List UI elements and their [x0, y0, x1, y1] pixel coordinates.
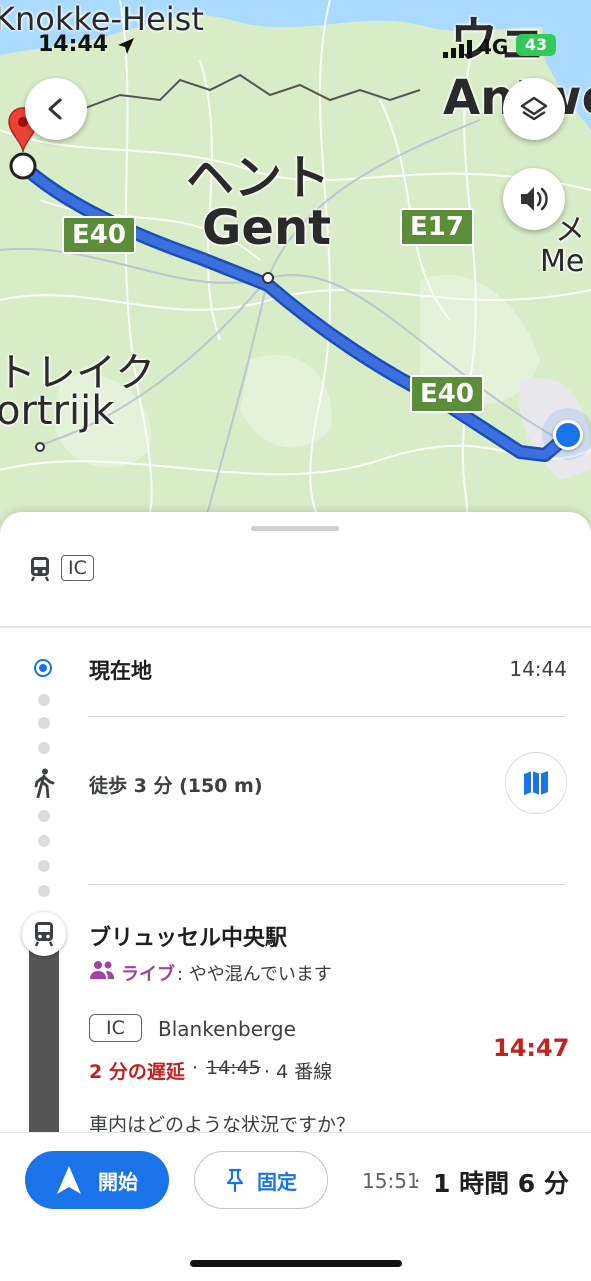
people-icon	[90, 961, 114, 979]
map-label-gent-jp: ヘント	[186, 150, 331, 206]
crowd-text: : やや混んでいます	[177, 964, 332, 985]
current-location-icon	[553, 420, 583, 450]
trip-duration: 1 時間 6 分	[433, 1169, 569, 1198]
origin-marker-icon	[34, 659, 52, 677]
service-chip: IC	[61, 555, 94, 581]
navigation-arrow-icon	[57, 1166, 81, 1194]
origin-time: 14:44	[509, 657, 567, 681]
crowd-question[interactable]: 車内はどのような状況ですか？	[89, 1110, 355, 1132]
walk-label: 徒歩 3 分 (150 m)	[89, 775, 263, 797]
platform-text: · 4 番線	[264, 1061, 333, 1083]
train-icon	[30, 557, 50, 582]
start-button[interactable]: 開始	[25, 1151, 169, 1209]
origin-divider	[88, 716, 566, 717]
sheet-drag-handle[interactable]	[251, 526, 339, 531]
train-destination: Blankenberge	[158, 1017, 296, 1041]
actual-departure-time: 14:47	[493, 1034, 570, 1062]
map-view[interactable]: Knokke-Heist ヘント Gent トレイク ortrijk ウェ An…	[0, 0, 591, 540]
speaker-icon	[521, 187, 548, 211]
map-icon	[524, 771, 548, 795]
status-time: 14:44	[38, 32, 109, 57]
start-label: 開始	[98, 1169, 138, 1194]
battery-level: 43	[524, 35, 548, 54]
path-dot	[38, 742, 50, 754]
bottom-action-bar: 開始 固定 15:51 · 1 時間 6 分	[0, 1132, 591, 1281]
network-type: 4G	[478, 35, 509, 59]
path-dot	[38, 810, 50, 822]
home-indicator[interactable]	[190, 1260, 402, 1267]
path-dot	[38, 717, 50, 729]
arrival-time: 15:51	[362, 1169, 420, 1193]
pin-label: 固定	[257, 1169, 297, 1194]
walk-map-button[interactable]	[505, 752, 567, 814]
path-dot	[38, 835, 50, 847]
map-label-mechelen: Me	[540, 244, 585, 279]
station-name[interactable]: ブリュッセル中央駅	[89, 920, 287, 952]
pin-button[interactable]: 固定	[194, 1151, 328, 1209]
origin-label: 現在地	[89, 659, 152, 683]
pin-icon	[226, 1168, 244, 1192]
station-train-marker	[22, 912, 66, 956]
scheduled-time: 14:45	[206, 1057, 261, 1079]
walk-divider	[88, 884, 566, 885]
back-button[interactable]	[25, 78, 87, 140]
path-dot	[38, 694, 50, 706]
map-label-kortrijk: ortrijk	[0, 388, 115, 434]
road-shield-e40: E40	[410, 375, 484, 413]
directions-sheet[interactable]: IC 現在地 14:44 徒歩 3 分 (150 m) ブリュッセル中央駅 ライ…	[0, 512, 591, 1132]
walk-icon	[34, 768, 55, 798]
delay-separator: ·	[192, 1057, 199, 1079]
path-dot	[38, 885, 50, 897]
road-shield-e17: E17	[400, 208, 474, 246]
layers-icon	[520, 96, 548, 121]
chevron-left-icon	[48, 98, 62, 120]
arrival-separator: ·	[414, 1169, 421, 1193]
transit-line	[29, 932, 59, 1132]
delay-text: 2 分の遅延	[89, 1061, 185, 1083]
header-divider	[0, 626, 591, 628]
layers-button[interactable]	[503, 78, 565, 140]
line-chip: IC	[89, 1014, 142, 1042]
signal-icon	[443, 40, 472, 58]
road-shield-e40: E40	[62, 216, 136, 254]
battery-icon: 43	[516, 34, 556, 56]
train-icon	[34, 922, 54, 947]
path-dot	[38, 860, 50, 872]
location-arrow-icon	[118, 38, 134, 54]
live-label: ライブ	[121, 964, 175, 985]
map-label-gent: Gent	[202, 200, 332, 256]
sound-button[interactable]	[503, 168, 565, 230]
